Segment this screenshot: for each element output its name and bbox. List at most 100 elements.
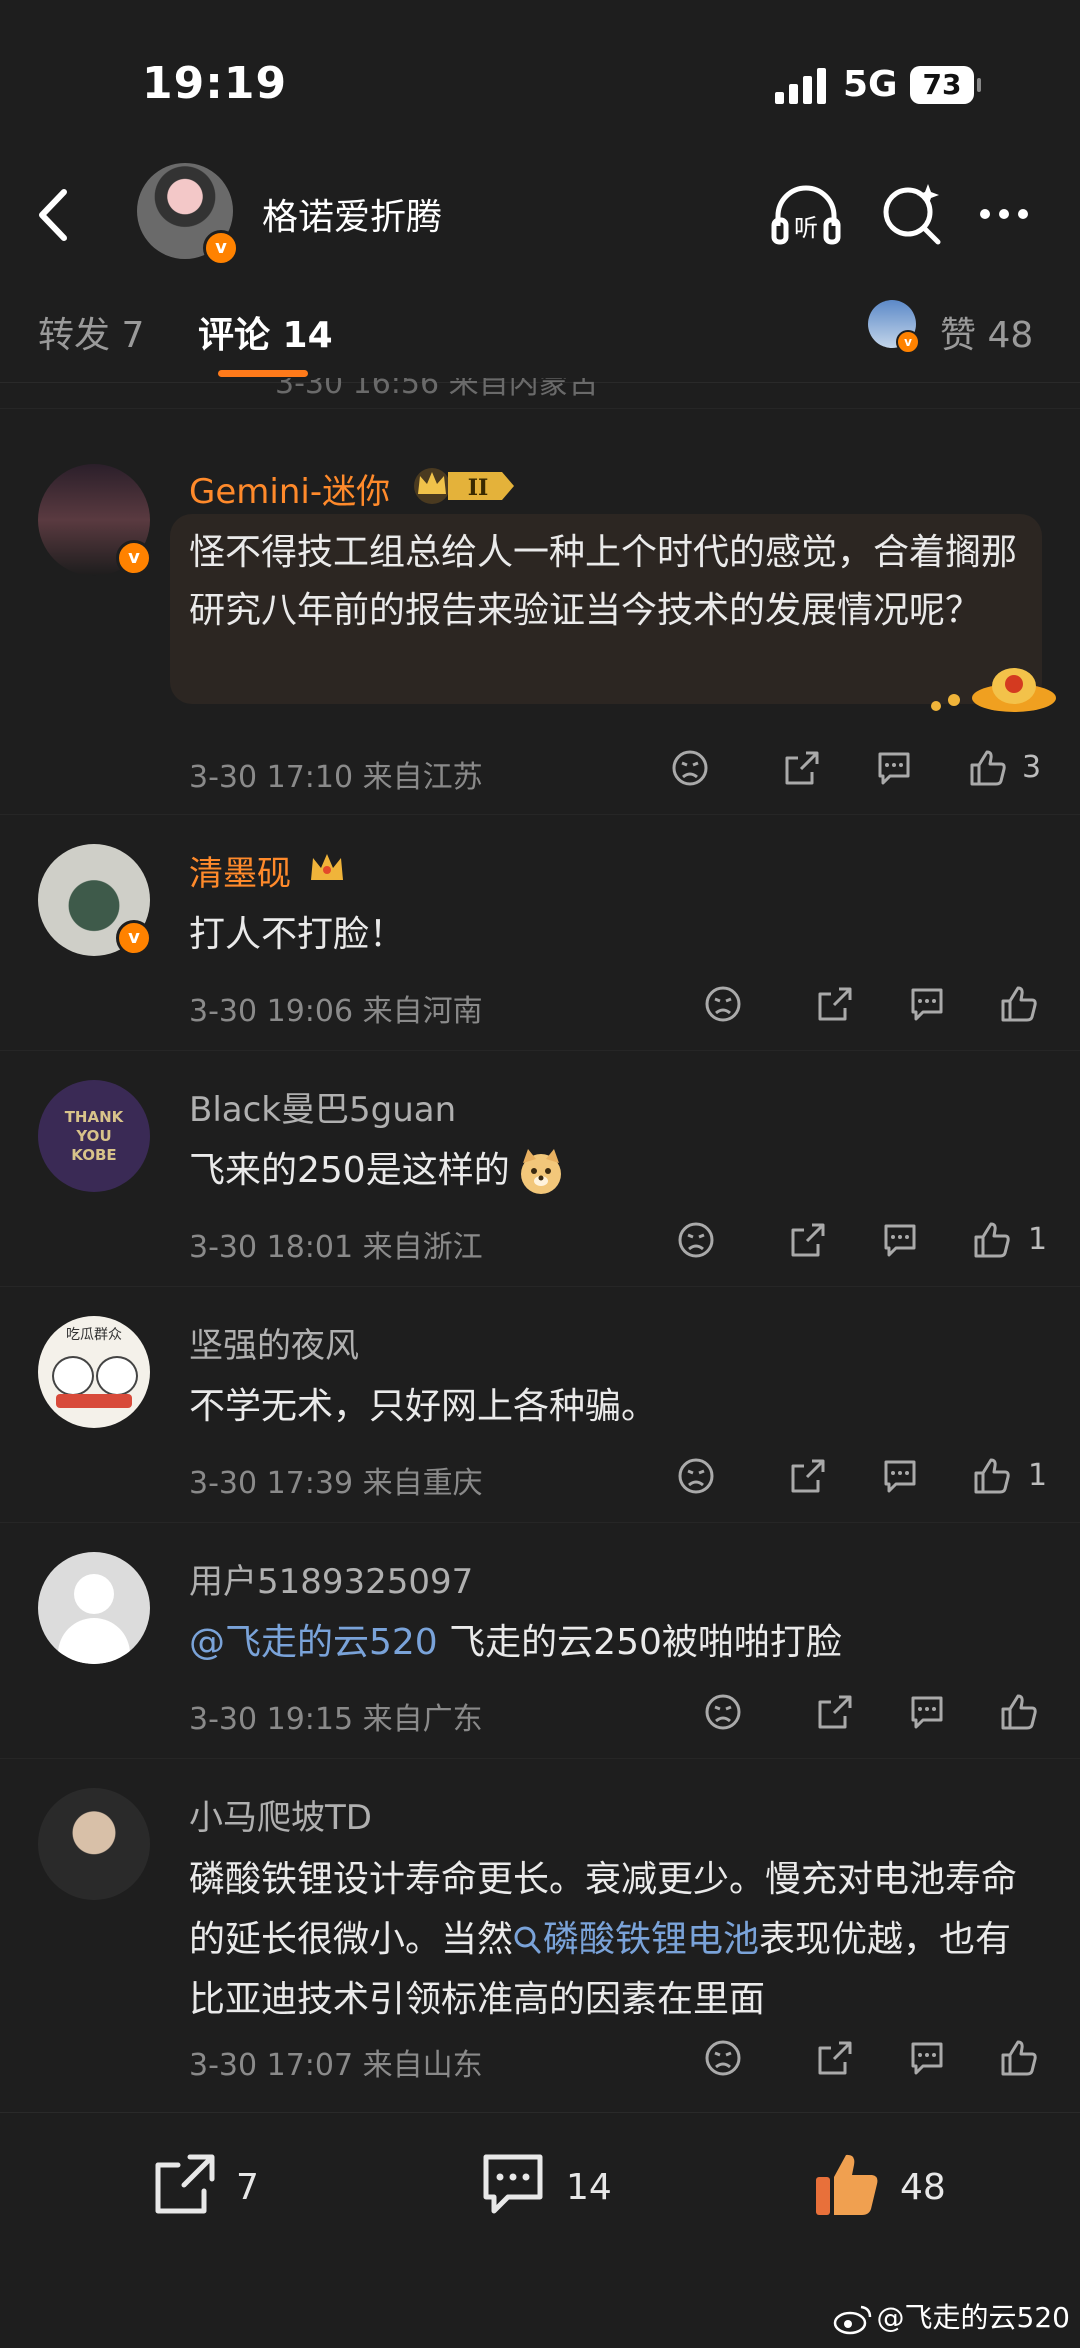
likes-count: 48 [987,315,1034,356]
share-icon[interactable] [782,748,822,788]
share-icon[interactable] [815,1692,855,1732]
share-icon[interactable] [815,984,855,1024]
share-icon[interactable] [815,2038,855,2078]
comment-item[interactable]: v Gemini-迷你 II 怪不得技工组总给人一种上个时代的感觉，合着搁那研究… [0,440,1080,815]
comment-button[interactable]: 14 [478,2149,638,2219]
comment-item[interactable]: v 清墨砚 打人不打脸！ 3-30 19:06 来自河南 [0,814,1080,1051]
repost-count: 7 [236,2167,259,2208]
commenter-avatar[interactable] [38,1788,150,1900]
nav-bar: v 格诺爱折腾 听 [0,160,1080,270]
battery-icon: 73 [910,66,981,104]
commenter-name[interactable]: 用户5189325097 [189,1554,473,1603]
tab-comments[interactable]: 评论 14 [198,306,333,358]
cellular-signal-icon [775,68,827,104]
comment-tabs: 转发 7 评论 14 v 赞 48 [0,272,1080,383]
tab-likes[interactable]: 赞 48 [940,306,1033,358]
headphones-icon: 听 [771,185,841,245]
comment-meta: 3-30 19:06 来自河南 [189,994,483,1029]
verified-badge-icon: v [116,920,152,956]
comment-text: 打人不打脸！ [189,914,406,955]
watermark: @飞走的云520 [833,2296,1070,2336]
ufo-decoration-icon [931,668,1056,712]
page-title[interactable]: 格诺爱折腾 [262,188,442,240]
search-icon [514,1926,541,1954]
topic-link[interactable]: 磷酸铁锂电池 [513,1919,759,1960]
comment-actions: 1 [676,1456,1076,1500]
comment-meta: 3-30 17:39 来自重庆 [189,1466,483,1501]
dislike-face-icon[interactable] [676,1456,716,1496]
like-count: 1 [1028,1458,1048,1493]
dislike-face-icon[interactable] [703,1692,743,1732]
reply-icon[interactable] [880,1220,920,1260]
more-button[interactable] [980,204,1040,224]
likes-label: 赞 [940,315,977,356]
weibo-logo-icon [833,2305,871,2335]
share-icon[interactable] [788,1456,828,1496]
like-count: 48 [900,2167,946,2208]
dislike-face-icon[interactable] [703,2038,743,2078]
search-icon [883,184,941,245]
listen-button[interactable]: 听 [770,182,842,246]
reply-icon[interactable] [874,748,914,788]
comment-meta: 3-30 19:15 来自广东 [189,1702,483,1737]
thumbs-up-filled-icon [816,2154,878,2215]
comment-item[interactable]: 用户5189325097 @飞走的云520 飞走的云250被啪啪打脸 3-30 … [0,1522,1080,1759]
search-button[interactable] [878,180,944,246]
comment-actions: 3 [670,748,1070,792]
network-type: 5G [843,64,898,105]
dislike-face-icon[interactable] [676,1220,716,1260]
verified-badge-icon: v [203,230,239,266]
dislike-face-icon[interactable] [703,984,743,1024]
comment-actions [703,1692,1063,1736]
comment-actions [703,984,1063,1028]
commenter-avatar[interactable]: THANK YOU KOBE [38,1080,150,1192]
tab-repost[interactable]: 转发 7 [38,306,144,358]
thumbs-up-icon[interactable] [999,2038,1039,2078]
thumbs-up-icon[interactable] [999,984,1039,1024]
reply-icon[interactable] [880,1456,920,1496]
active-tab-indicator [218,370,308,377]
comment-count: 14 [566,2167,612,2208]
commenter-name[interactable]: Gemini-迷你 [189,464,390,513]
reply-icon[interactable] [907,2038,947,2078]
back-button[interactable] [28,182,88,248]
mention-link[interactable]: @飞走的云520 [189,1622,438,1663]
commenter-name[interactable]: 小马爬坡TD [189,1790,372,1839]
commenter-name[interactable]: 坚强的夜风 [189,1318,359,1367]
thumbs-up-icon[interactable] [972,1456,1012,1496]
dislike-face-icon[interactable] [670,748,710,788]
clock: 19:19 [142,58,288,109]
comment-item[interactable]: 吃瓜群众 坚强的夜风 不学无术，只好网上各种骗。 3-30 17:39 来自重庆… [0,1286,1080,1523]
commenter-avatar[interactable] [38,1552,150,1664]
vip-crown-badge-icon: II [414,468,514,504]
comment-icon [483,2154,543,2214]
like-button[interactable]: 48 [812,2149,972,2219]
reply-icon[interactable] [907,1692,947,1732]
comment-text: 飞来的250是这样的 [189,1142,1039,1200]
share-icon[interactable] [788,1220,828,1260]
repost-button[interactable]: 7 [150,2149,290,2219]
comment-text: 不学无术，只好网上各种骗。 [189,1386,658,1427]
comment-item[interactable]: 小马爬坡TD 磷酸铁锂设计寿命更长。衰减更少。慢充对电池寿命的延长很微小。当然磷… [0,1758,1080,2110]
comment-text: @飞走的云520 飞走的云250被啪啪打脸 [189,1622,842,1663]
commenter-name[interactable]: 清墨砚 [189,846,291,895]
chevron-left-icon [39,189,67,241]
comment-meta: 3-30 17:10 来自江苏 [189,760,483,795]
comment-item[interactable]: THANK YOU KOBE Black曼巴5guan 飞来的250是这样的 3… [0,1050,1080,1287]
reply-icon[interactable] [907,984,947,1024]
comment-actions [703,2038,1063,2082]
doge-emoji-icon [520,1149,561,1194]
commenter-avatar[interactable]: 吃瓜群众 [38,1316,150,1428]
comment-meta: 3-30 18:01 来自浙江 [189,1230,483,1265]
verified-badge-icon: v [896,330,920,354]
comment-actions: 1 [676,1220,1076,1264]
thumbs-up-icon[interactable] [972,1220,1012,1260]
like-count: 1 [1028,1222,1048,1257]
status-bar: 19:19 5G 73 [0,0,1080,160]
verified-badge-icon: v [116,540,152,576]
commenter-name[interactable]: Black曼巴5guan [189,1082,456,1131]
thumbs-up-icon[interactable] [999,1692,1039,1732]
bottom-action-bar: 7 14 48 [0,2112,1080,2253]
thumbs-up-icon[interactable] [968,748,1008,788]
comment-text: 磷酸铁锂设计寿命更长。衰减更少。慢充对电池寿命的延长很微小。当然 磷酸铁锂电池表现… [189,1859,1018,2020]
